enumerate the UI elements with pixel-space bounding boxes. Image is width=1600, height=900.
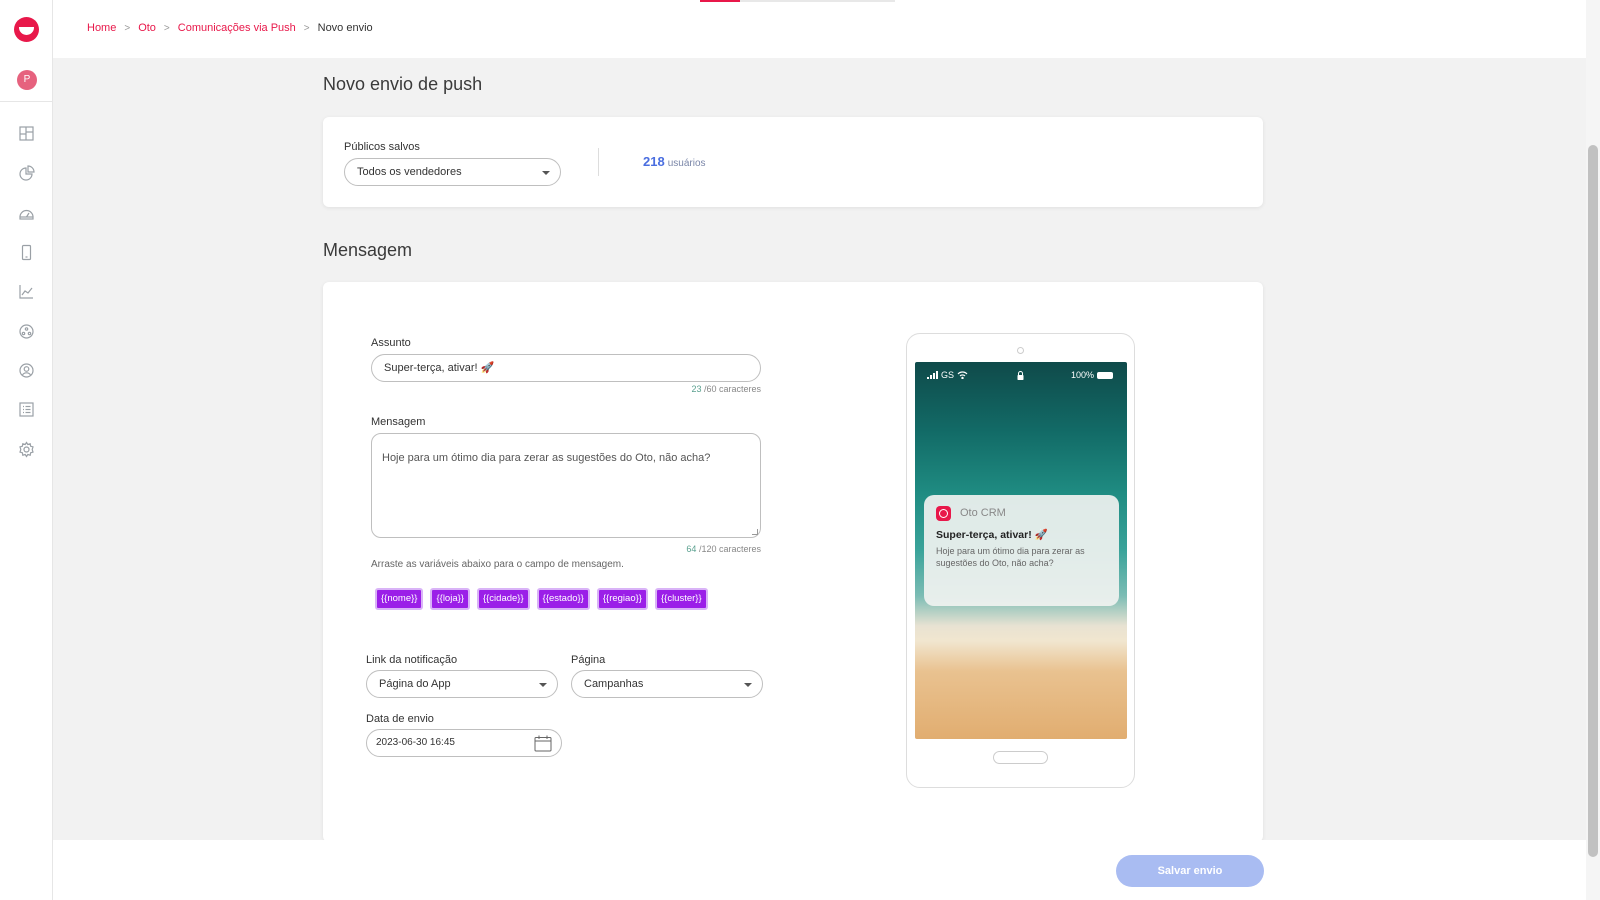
- loading-indicator: [700, 0, 895, 2]
- breadcrumb-home[interactable]: Home: [87, 22, 116, 34]
- notification-app-name: Oto CRM: [960, 507, 1006, 519]
- subject-count: 23: [691, 384, 702, 394]
- message-text: Hoje para um ótimo dia para zerar as sug…: [382, 452, 711, 464]
- date-label: Data de envio: [366, 713, 434, 725]
- status-left: GS: [927, 370, 968, 380]
- network-icon[interactable]: [18, 323, 35, 340]
- breadcrumb-push[interactable]: Comunicações via Push: [178, 22, 296, 34]
- pie-chart-icon[interactable]: [18, 165, 35, 182]
- variable-chip-cluster[interactable]: {{cluster}}: [654, 588, 708, 610]
- variable-chip-regiao[interactable]: {{regiao}}: [596, 588, 648, 610]
- gauge-icon[interactable]: [18, 205, 35, 222]
- app-icon: [936, 506, 951, 521]
- smartphone-icon[interactable]: [18, 244, 35, 261]
- breadcrumb: Home > Oto > Comunicações via Push > Nov…: [87, 22, 373, 34]
- link-label: Link da notificação: [366, 654, 458, 666]
- message-label: Mensagem: [371, 416, 426, 428]
- user-count: 218 usuários: [643, 154, 706, 169]
- variable-chip-nome[interactable]: {{nome}}: [375, 588, 424, 610]
- message-count: 64: [686, 544, 697, 554]
- audience-card: Públicos salvos Todos os vendedores 218 u…: [323, 117, 1263, 207]
- user-circle-icon[interactable]: [18, 362, 35, 379]
- wifi-icon: [957, 371, 968, 379]
- status-bar: GS 100%: [915, 370, 1127, 384]
- subject-input[interactable]: Super-terça, ativar! 🚀: [371, 354, 761, 382]
- date-input[interactable]: 2023-06-30 16:45: [366, 729, 562, 757]
- saved-audience-value: Todos os vendedores: [357, 166, 462, 178]
- message-card: Assunto Super-terça, ativar! 🚀 23 /60 ca…: [323, 282, 1263, 842]
- scrollbar-thumb[interactable]: [1588, 145, 1598, 857]
- signal-icon: [927, 371, 938, 379]
- breadcrumb-separator: >: [124, 22, 131, 34]
- notification-body: Hoje para um ótimo dia para zerar as sug…: [936, 546, 1085, 568]
- link-value: Página do App: [379, 678, 451, 690]
- divider: [598, 148, 599, 176]
- carrier-name: GS: [941, 370, 955, 380]
- sidebar-divider: [0, 101, 52, 102]
- phone-home-button: [993, 751, 1048, 764]
- subject-counter: 23 /60 caracteres: [371, 384, 761, 394]
- save-button[interactable]: Salvar envio: [1116, 855, 1264, 887]
- message-textarea[interactable]: Hoje para um ótimo dia para zerar as sug…: [371, 433, 761, 538]
- sidebar: P: [0, 0, 53, 900]
- battery-icon: [1097, 371, 1113, 379]
- message-counter: 64 /120 caracteres: [371, 544, 761, 554]
- saved-audiences-label: Públicos salvos: [344, 141, 420, 153]
- phone-camera: [1017, 347, 1024, 354]
- page-label: Página: [571, 654, 606, 666]
- notification-title: Super-terça, ativar! 🚀: [936, 529, 1048, 541]
- subject-label: Assunto: [371, 337, 411, 349]
- variable-chip-cidade[interactable]: {{cidade}}: [476, 588, 530, 610]
- phone-preview: GS 100% Oto CRM Super-terça, ativar! 🚀 H…: [906, 333, 1135, 788]
- variable-chip-loja[interactable]: {{loja}}: [430, 588, 470, 610]
- date-value: 2023-06-30 16:45: [376, 737, 455, 748]
- variables-hint: Arraste as variáveis abaixo para o campo…: [371, 559, 624, 570]
- page-title: Novo envio de push: [323, 74, 483, 94]
- saved-audience-select[interactable]: Todos os vendedores: [344, 158, 561, 186]
- variable-chips: {{nome}} {{loja}} {{cidade}} {{estado}} …: [375, 588, 708, 610]
- chevron-down-icon: [539, 683, 547, 687]
- link-select[interactable]: Página do App: [366, 670, 558, 698]
- status-right: 100%: [1071, 370, 1113, 380]
- user-count-unit: usuários: [667, 158, 706, 169]
- breadcrumb-current: Novo envio: [317, 22, 373, 34]
- user-count-number: 218: [643, 154, 665, 169]
- gear-icon[interactable]: [18, 441, 35, 458]
- breadcrumb-oto[interactable]: Oto: [138, 22, 156, 34]
- resize-handle[interactable]: [752, 529, 758, 535]
- top-bar: Home > Oto > Comunicações via Push > Nov…: [53, 0, 1586, 58]
- list-icon[interactable]: [18, 401, 35, 418]
- dashboard-icon[interactable]: [18, 125, 35, 142]
- calendar-icon[interactable]: [534, 735, 552, 752]
- push-notification-preview: Oto CRM Super-terça, ativar! 🚀 Hoje para…: [924, 495, 1119, 606]
- breadcrumb-separator: >: [163, 22, 170, 34]
- line-chart-icon[interactable]: [18, 283, 35, 300]
- message-limit: /120 caracteres: [698, 544, 761, 554]
- page-select[interactable]: Campanhas: [571, 670, 763, 698]
- phone-screen: GS 100% Oto CRM Super-terça, ativar! 🚀 H…: [915, 362, 1127, 739]
- chevron-down-icon: [542, 171, 550, 175]
- chevron-down-icon: [744, 683, 752, 687]
- message-section-title: Mensagem: [323, 240, 413, 260]
- page-value: Campanhas: [584, 678, 644, 690]
- lock-icon: [1017, 371, 1024, 380]
- subject-limit: /60 caracteres: [703, 384, 761, 394]
- breadcrumb-separator: >: [303, 22, 310, 34]
- battery-level: 100%: [1070, 370, 1094, 380]
- avatar[interactable]: P: [17, 70, 37, 90]
- variable-chip-estado[interactable]: {{estado}}: [536, 588, 590, 610]
- oto-logo-icon[interactable]: [14, 17, 39, 42]
- footer: [53, 840, 1586, 900]
